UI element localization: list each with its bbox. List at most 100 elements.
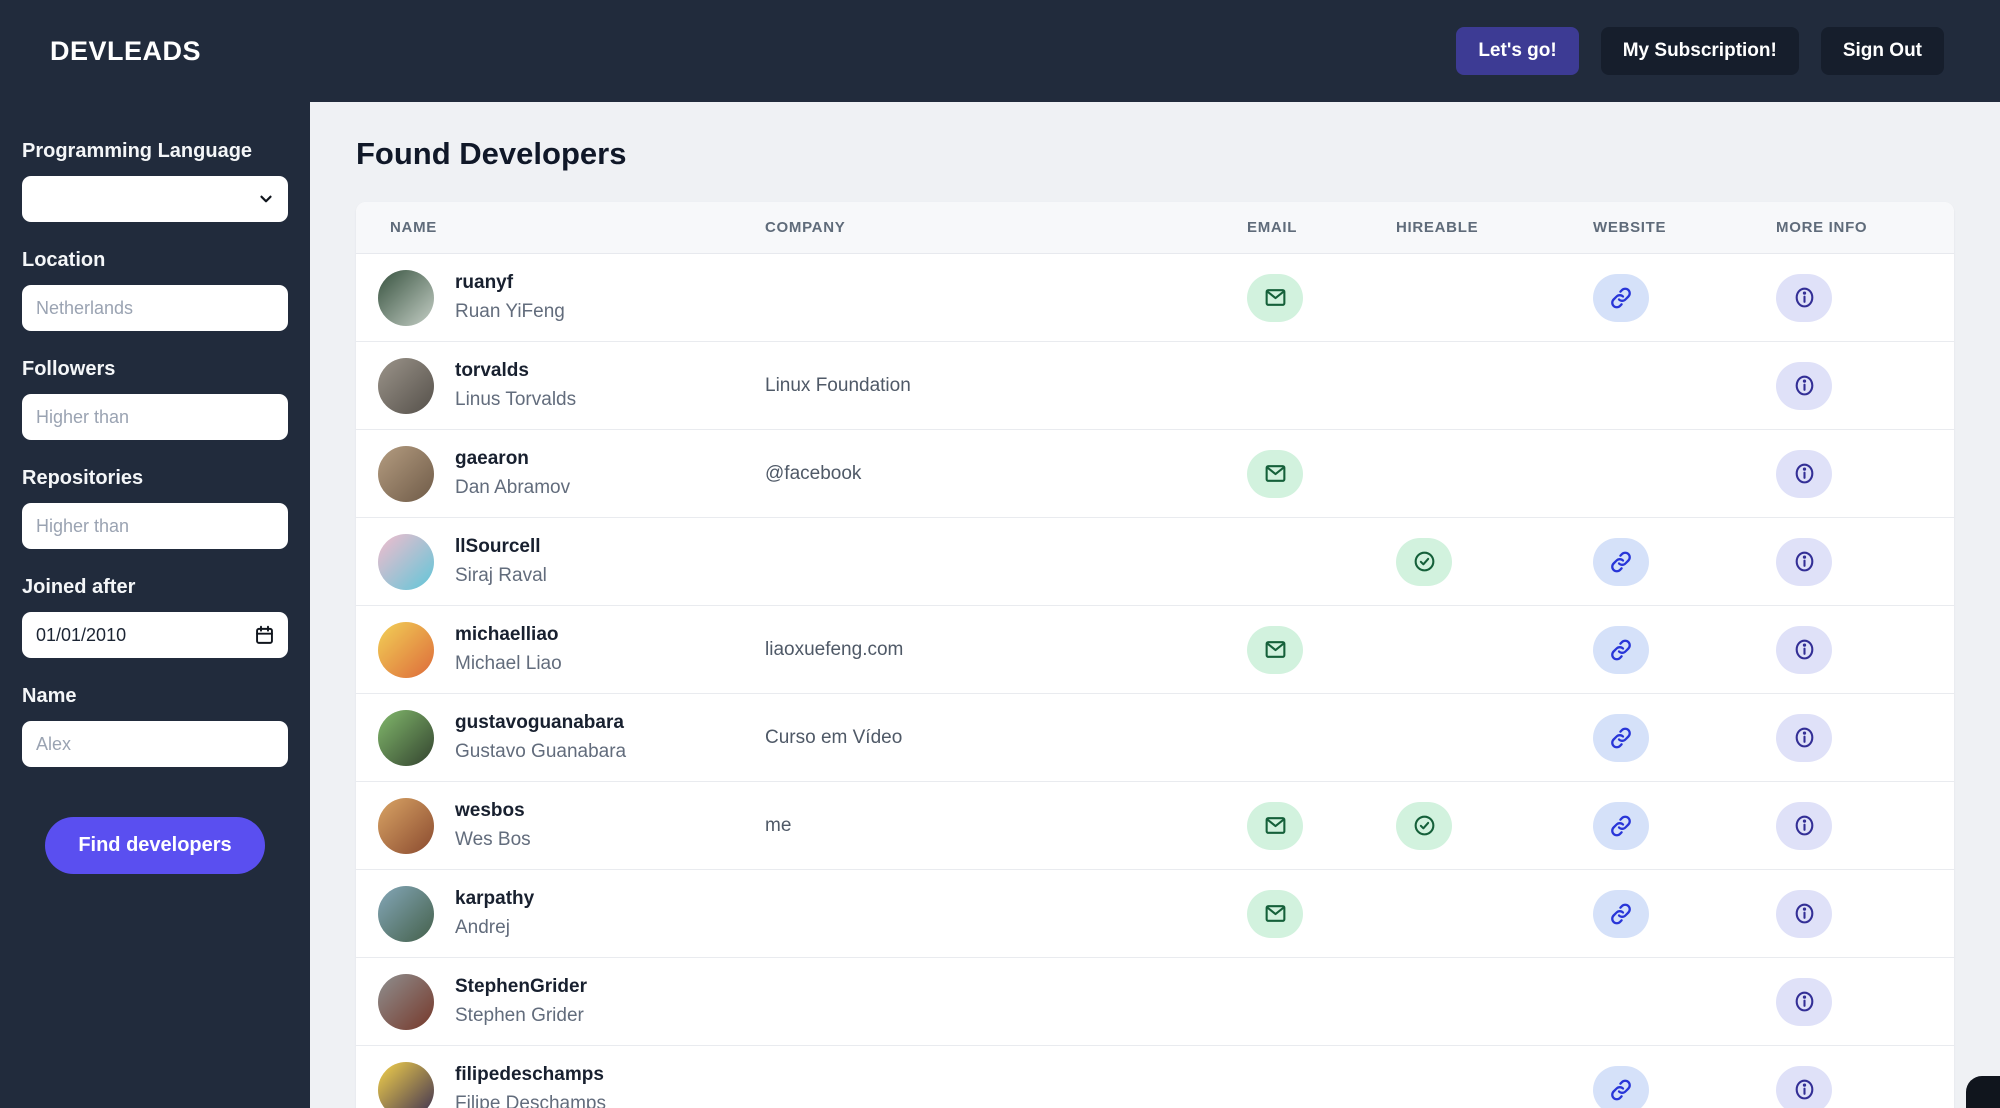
info-icon [1792,1077,1817,1102]
name-cell: wesbos Wes Bos [378,797,765,854]
info-icon [1792,373,1817,398]
table-row: gaearon Dan Abramov @facebook [356,430,1954,518]
company-cell: liaoxuefeng.com [765,638,904,660]
column-header-company: Company [765,219,846,236]
name-label: Name [22,685,77,707]
table-row: torvalds Linus Torvalds Linux Foundation [356,342,1954,430]
navbar-actions: Let's go! My Subscription! Sign Out [1456,27,1944,75]
name-cell: michaelliao Michael Liao [378,621,765,678]
repositories-label: Repositories [22,467,144,489]
joined-after-label: Joined after [22,576,136,598]
my-subscription-button[interactable]: My Subscription! [1600,27,1799,75]
name-cell: karpathy Andrej [378,885,765,942]
developer-fullname: Filipe Deschamps [455,1092,606,1108]
developer-fullname: Siraj Raval [455,564,547,586]
more-info-button[interactable] [1776,361,1832,410]
more-info-button[interactable] [1776,801,1832,850]
developer-username: ruanyf [455,272,514,294]
check-circle-icon [1412,813,1437,838]
table-row: wesbos Wes Bos me [356,782,1954,870]
website-button[interactable] [1593,1065,1649,1108]
location-input[interactable] [22,285,288,331]
lets-go-button[interactable]: Let's go! [1456,27,1579,75]
sign-out-button[interactable]: Sign Out [1820,27,1944,75]
navbar: DEVLEADS Let's go! My Subscription! Sign… [0,0,2000,102]
followers-group: Followers [22,358,288,440]
developer-username: torvalds [455,360,529,382]
more-info-button[interactable] [1776,625,1832,674]
hireable-badge [1396,537,1452,586]
developer-username: StephenGrider [455,976,587,998]
link-icon [1609,550,1633,574]
avatar [378,445,434,502]
website-button[interactable] [1593,537,1649,586]
table-row: karpathy Andrej [356,870,1954,958]
name-cell: torvalds Linus Torvalds [378,357,765,414]
mail-icon [1263,637,1288,662]
developer-username: llSourcell [455,536,541,558]
more-info-button[interactable] [1776,1065,1832,1108]
email-button[interactable] [1247,625,1303,674]
check-circle-icon [1412,549,1437,574]
location-group: Location [22,249,288,331]
developer-fullname: Michael Liao [455,652,562,674]
developer-username: wesbos [455,800,525,822]
website-button[interactable] [1593,625,1649,674]
developer-fullname: Linus Torvalds [455,388,577,410]
more-info-button[interactable] [1776,889,1832,938]
website-button[interactable] [1593,889,1649,938]
avatar [378,1061,434,1108]
website-button[interactable] [1593,713,1649,762]
more-info-button[interactable] [1776,977,1832,1026]
repositories-input[interactable] [22,503,288,549]
name-input[interactable] [22,721,288,767]
website-button[interactable] [1593,801,1649,850]
name-cell: ruanyf Ruan YiFeng [378,269,765,326]
info-icon [1792,549,1817,574]
more-info-button[interactable] [1776,537,1832,586]
table-row: filipedeschamps Filipe Deschamps [356,1046,1954,1108]
main-content: Found Developers Name Company Email Hire… [310,102,2000,1108]
developer-username: karpathy [455,888,535,910]
avatar [378,269,434,326]
mail-icon [1263,813,1288,838]
column-header-more-info: More info [1776,219,1868,236]
programming-language-label: Programming Language [22,140,253,162]
followers-label: Followers [22,358,116,380]
programming-language-select[interactable] [22,176,288,222]
corner-widget[interactable] [1966,1076,2000,1108]
more-info-button[interactable] [1776,449,1832,498]
column-header-name: Name [390,219,437,236]
email-button[interactable] [1247,273,1303,322]
website-button[interactable] [1593,273,1649,322]
avatar [378,357,434,414]
company-cell: me [765,814,792,836]
name-cell: gustavoguanabara Gustavo Guanabara [378,709,765,766]
filters-sidebar: Programming Language Location Followers … [0,102,310,1108]
info-icon [1792,725,1817,750]
name-cell: filipedeschamps Filipe Deschamps [378,1061,765,1108]
joined-after-date-input[interactable] [22,612,288,658]
avatar [378,797,434,854]
developer-fullname: Gustavo Guanabara [455,740,627,762]
column-header-hireable: Hireable [1396,219,1479,236]
more-info-button[interactable] [1776,713,1832,762]
developer-fullname: Stephen Grider [455,1004,584,1026]
mail-icon [1263,285,1288,310]
joined-after-group: Joined after [22,576,288,658]
find-developers-button[interactable]: Find developers [45,817,265,874]
email-button[interactable] [1247,449,1303,498]
email-button[interactable] [1247,801,1303,850]
developer-username: gustavoguanabara [455,712,624,734]
info-icon [1792,637,1817,662]
link-icon [1609,638,1633,662]
more-info-button[interactable] [1776,273,1832,322]
followers-input[interactable] [22,394,288,440]
hireable-badge [1396,801,1452,850]
developer-fullname: Wes Bos [455,828,531,850]
info-icon [1792,989,1817,1014]
name-cell: llSourcell Siraj Raval [378,533,765,590]
email-button[interactable] [1247,889,1303,938]
location-label: Location [22,249,106,271]
repositories-group: Repositories [22,467,288,549]
